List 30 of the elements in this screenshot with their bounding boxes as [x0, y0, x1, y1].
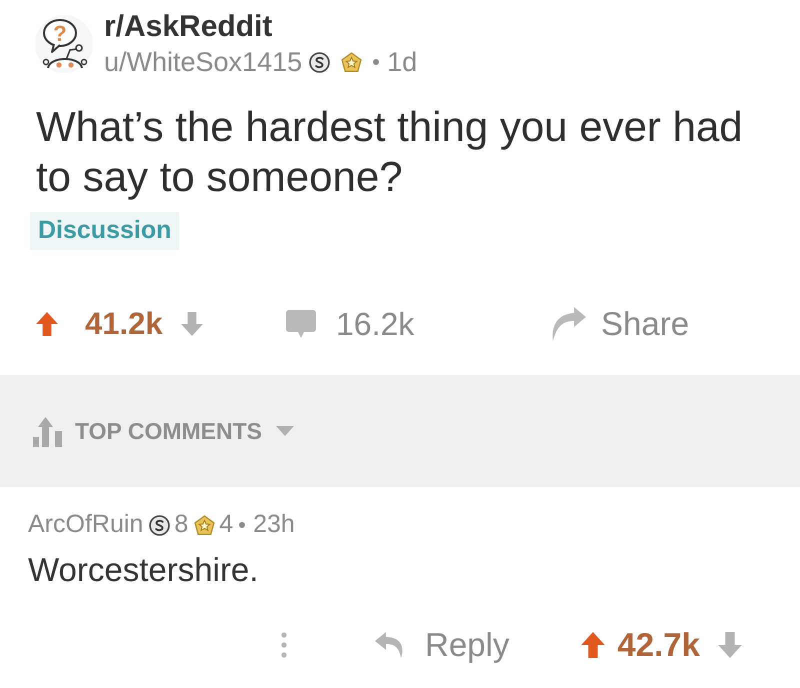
reply-button[interactable]: Reply	[375, 620, 510, 670]
post-score: 41.2k	[85, 304, 163, 343]
post-age: 1d	[387, 46, 418, 78]
caret-down-icon	[276, 426, 294, 436]
upvote-arrow-icon[interactable]	[581, 632, 606, 658]
coin-award-icon	[149, 514, 170, 536]
post-title: What’s the hardest thing you ever had to say to someone?	[36, 102, 744, 202]
star-award-icon	[341, 52, 362, 72]
comment-age: 23h	[253, 509, 295, 540]
share-button[interactable]: Share	[549, 299, 690, 349]
reply-arrow-icon	[375, 632, 405, 658]
subreddit-link[interactable]: r/AskReddit	[104, 10, 272, 44]
sort-dropdown[interactable]: TOP COMMENTS	[33, 414, 294, 448]
award-count: 4	[219, 509, 234, 540]
coin-award-icon	[309, 52, 330, 72]
upvote-arrow-icon[interactable]	[36, 312, 58, 336]
subreddit-avatar-icon[interactable]: ?	[34, 14, 94, 74]
downvote-arrow-icon[interactable]	[180, 312, 203, 336]
award-count: 8	[174, 509, 188, 540]
comment-author[interactable]: ArcOfRuin	[28, 506, 144, 544]
author-link[interactable]: u/WhiteSox1415	[104, 46, 302, 78]
more-options-icon[interactable]	[281, 632, 287, 658]
downvote-arrow-icon[interactable]	[718, 632, 742, 658]
comment-score: 42.7k	[617, 625, 700, 666]
comment-body: Worcestershire.	[28, 550, 258, 590]
flair-tag[interactable]: Discussion	[30, 212, 180, 250]
top-sort-icon	[33, 415, 63, 447]
star-award-icon	[194, 514, 216, 536]
comment-bubble-icon	[286, 310, 316, 338]
comments-button[interactable]: 16.2k	[286, 300, 414, 348]
